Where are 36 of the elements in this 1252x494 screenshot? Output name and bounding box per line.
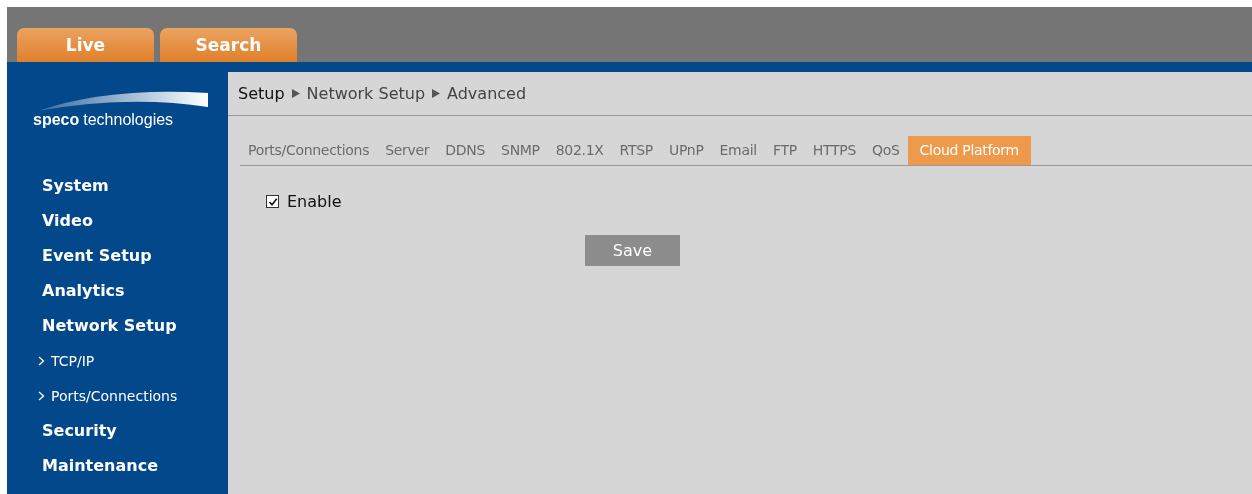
sidebar-item[interactable]: Network Setup xyxy=(7,308,228,343)
save-button[interactable]: Save xyxy=(585,235,680,266)
tab[interactable]: Cloud Platform xyxy=(907,136,1031,165)
breadcrumb-item: Advanced xyxy=(447,84,527,103)
tab[interactable]: UPnP xyxy=(661,136,712,165)
tab[interactable]: Email xyxy=(711,136,765,165)
sidebar-subitem[interactable]: TCP/IP xyxy=(51,352,95,369)
tab[interactable]: Ports/Connections xyxy=(240,136,378,165)
logo-brand: speco xyxy=(33,111,80,128)
sidebar-item[interactable]: Maintenance xyxy=(7,448,228,483)
checkbox-label: Enable xyxy=(287,192,342,211)
breadcrumb-item: Setup xyxy=(238,84,285,103)
logo-text: technologies xyxy=(83,111,174,128)
sidebar-item[interactable]: Video xyxy=(7,203,228,238)
tab[interactable]: Server xyxy=(377,136,438,165)
tab[interactable]: RTSP xyxy=(611,136,661,165)
sidebar-item[interactable]: Security xyxy=(7,413,228,448)
breadcrumb-item: Network Setup xyxy=(306,84,426,103)
top-tab[interactable]: Search xyxy=(160,28,297,62)
tab[interactable]: QoS xyxy=(864,136,908,165)
tab[interactable]: FTP xyxy=(764,136,805,165)
sidebar-item[interactable]: System xyxy=(7,168,228,203)
swoosh-icon xyxy=(38,91,210,113)
sidebar-item[interactable]: Analytics xyxy=(7,273,228,308)
tab[interactable]: DDNS xyxy=(437,136,494,165)
top-tab[interactable]: Live xyxy=(17,28,154,62)
sidebar-subitem[interactable]: Ports/Connections xyxy=(51,387,178,404)
checkbox[interactable] xyxy=(266,195,279,208)
tab[interactable]: SNMP xyxy=(493,136,548,165)
chevron-icon xyxy=(38,355,45,366)
chevron-icon xyxy=(38,390,45,401)
tab[interactable]: 802.1X xyxy=(547,136,612,165)
triangle-icon xyxy=(432,89,441,98)
triangle-icon xyxy=(291,89,300,98)
sidebar-item[interactable]: Event Setup xyxy=(7,238,228,273)
tab[interactable]: HTTPS xyxy=(804,136,865,165)
